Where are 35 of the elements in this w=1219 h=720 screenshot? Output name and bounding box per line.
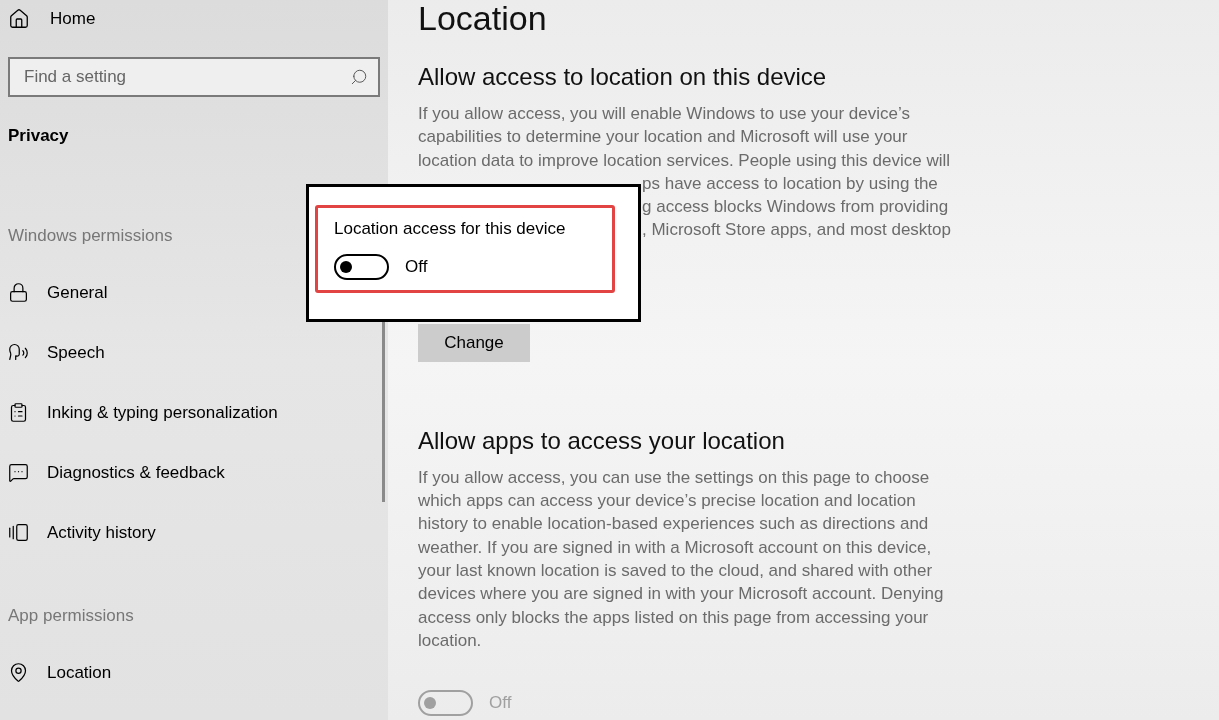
page-title: Location	[418, 0, 548, 36]
section-heading: Allow access to location on this device	[418, 62, 828, 92]
chat-bubble-icon	[8, 462, 29, 483]
toggle-switch[interactable]	[334, 253, 389, 280]
nav-item[interactable]: Location	[8, 642, 112, 703]
description-paragraph: If you allow access, you can use the settings on this page to choose which apps can access your device’s precise location and location history to enable location-based experiences such as directions and weather. If you are signed in with a Microsoft account on this device, your last known location is saved to the cloud, and shared with other devices where you are signed in with your Microsoft account. Denying access only blocks the apps listed on this page from accessing your location.	[418, 466, 945, 652]
clipboard-icon	[8, 402, 29, 423]
description-line: g access blocks Windows from providing	[642, 196, 949, 219]
home-link[interactable]: Home	[0, 0, 388, 38]
group-heading: Windows permissions	[8, 224, 173, 247]
nav-item[interactable]: Diagnostics & feedback	[8, 442, 225, 503]
section-heading: Allow apps to access your location	[418, 425, 786, 456]
nav-item[interactable]: General	[8, 262, 108, 323]
map-pin-icon	[8, 662, 29, 683]
nav-item[interactable]: Inking & typing personalization	[8, 382, 278, 443]
search-field[interactable]: Find a setting	[8, 57, 380, 97]
description-line: capabilities to determine your location and Microsoft will use your	[418, 126, 908, 149]
description-line: , Microsoft Store apps, and most desktop	[642, 219, 951, 242]
scrollbar[interactable]	[382, 320, 385, 502]
change-button[interactable]: Change	[418, 323, 530, 362]
group-heading: App permissions	[8, 604, 134, 627]
description-line: If you allow access, you will enable Windows to use your device’s	[418, 103, 910, 125]
setting-label: Location access for this device	[334, 218, 566, 240]
nav-item[interactable]: Speech	[8, 322, 105, 383]
description-line: location data to improve location services. People using this device will	[418, 149, 950, 172]
speaking-person-icon	[8, 342, 29, 363]
nav-item[interactable]: Activity history	[8, 502, 156, 563]
lock-icon	[8, 282, 29, 303]
gallery-icon	[8, 522, 29, 543]
home-icon	[8, 8, 30, 30]
description-line: ps have access to location by using the	[642, 172, 938, 195]
toggle-state-label: Off	[489, 692, 512, 715]
section-title: Privacy	[7, 125, 70, 147]
search-icon[interactable]	[350, 68, 368, 86]
toggle-state-label: Off	[405, 255, 428, 278]
